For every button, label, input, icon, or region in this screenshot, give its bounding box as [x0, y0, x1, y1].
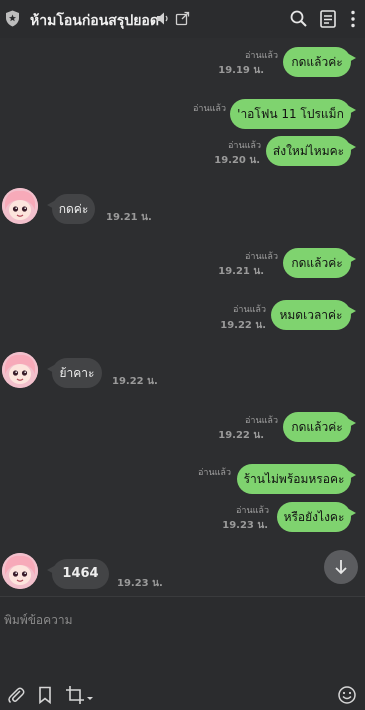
- read-receipt: อ่านแล้ว: [245, 51, 278, 61]
- avatar[interactable]: [2, 553, 38, 589]
- chevron-down-icon: [335, 560, 347, 575]
- message-time: 19.22 น.: [218, 430, 264, 441]
- avatar-image: [2, 553, 38, 589]
- incoming-message[interactable]: 1464: [47, 559, 109, 589]
- message-list[interactable]: อ่านแล้ว 19.19 น. กดแล้วค่ะ อ่านแล้ว 'าอ…: [0, 38, 365, 596]
- scroll-to-bottom-button[interactable]: [324, 550, 358, 584]
- more-vertical-icon[interactable]: [343, 9, 363, 29]
- read-receipt: อ่านแล้ว: [228, 141, 261, 151]
- message-time: 19.19 น.: [218, 65, 264, 76]
- outgoing-message[interactable]: ส่งใหม่ไหมคะ: [266, 136, 356, 166]
- outgoing-message[interactable]: กดแล้วค่ะ: [283, 248, 356, 278]
- outgoing-message[interactable]: หมดเวลาค่ะ: [271, 300, 356, 330]
- read-receipt: อ่านแล้ว: [193, 104, 226, 114]
- avatar[interactable]: [2, 352, 38, 388]
- attach-icon[interactable]: [6, 685, 26, 705]
- chat-title[interactable]: ห้ามโอนก่อนสรุปยอด: [30, 10, 159, 32]
- message-time: 19.21 น.: [218, 266, 264, 277]
- message-time: 19.22 น.: [220, 320, 266, 331]
- outgoing-message[interactable]: หรือยังไงคะ: [277, 502, 356, 532]
- outgoing-message[interactable]: กดแล้วค่ะ: [283, 47, 356, 77]
- message-time: 19.20 น.: [214, 155, 260, 166]
- read-receipt: อ่านแล้ว: [198, 468, 231, 478]
- read-receipt: อ่านแล้ว: [233, 305, 266, 315]
- shield-icon: [6, 10, 19, 27]
- emoji-icon[interactable]: [337, 685, 357, 705]
- message-composer: พิมพ์ข้อความ: [0, 596, 365, 710]
- read-receipt: อ่านแล้ว: [245, 416, 278, 426]
- read-receipt: อ่านแล้ว: [245, 252, 278, 262]
- external-link-icon[interactable]: [175, 11, 190, 26]
- outgoing-message[interactable]: กดแล้วค่ะ: [283, 412, 356, 442]
- message-input[interactable]: พิมพ์ข้อความ: [4, 611, 73, 630]
- outgoing-message[interactable]: ร้านไม่พร้อมหรอคะ: [237, 464, 356, 494]
- incoming-message[interactable]: ย้าคาะ: [47, 358, 102, 388]
- message-time: 19.22 น.: [112, 376, 158, 387]
- crop-icon[interactable]: [65, 685, 95, 705]
- avatar[interactable]: [2, 188, 38, 224]
- read-receipt: อ่านแล้ว: [236, 506, 269, 516]
- message-time: 19.21 น.: [106, 212, 152, 223]
- search-icon[interactable]: [289, 9, 309, 29]
- chat-header: ห้ามโอนก่อนสรุปยอด: [0, 0, 365, 38]
- notes-icon[interactable]: [318, 9, 338, 29]
- mute-icon[interactable]: [156, 11, 171, 26]
- incoming-message[interactable]: กดค่ะ: [47, 194, 95, 224]
- bookmark-icon[interactable]: [35, 685, 55, 705]
- avatar-image: [2, 188, 38, 224]
- message-time: 19.23 น.: [117, 578, 163, 589]
- message-time: 19.23 น.: [222, 520, 268, 531]
- avatar-image: [2, 352, 38, 388]
- outgoing-message[interactable]: 'าอโฟน 11 โปรแม็ก: [230, 99, 356, 129]
